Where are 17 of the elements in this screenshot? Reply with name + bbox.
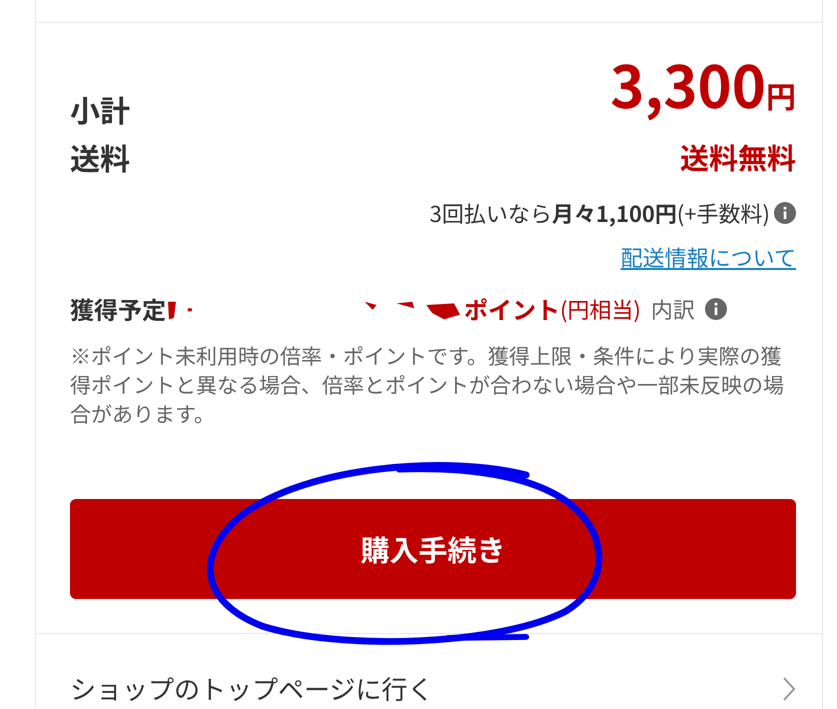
subtotal-amount: 3,300 xyxy=(610,41,766,125)
subtotal-label: 小計 xyxy=(70,89,130,129)
shop-top-link[interactable]: ショップのトップページに行く xyxy=(36,634,822,707)
shipping-value: 送料無料 xyxy=(680,137,796,177)
chevron-right-icon xyxy=(782,676,796,702)
points-unit: ポイント xyxy=(464,291,560,326)
shipping-label: 送料 xyxy=(70,137,130,177)
shipping-info-link[interactable]: 配送情報について xyxy=(620,241,796,273)
info-icon[interactable] xyxy=(704,298,727,320)
yen-equivalent: (円相当) xyxy=(560,292,641,324)
info-icon[interactable] xyxy=(774,202,796,224)
breakdown-link[interactable]: 内訳 xyxy=(650,292,695,324)
points-label: 獲得予定 xyxy=(70,291,166,326)
installment-text: 3回払いなら月々1,100円(+手数料) xyxy=(430,197,770,229)
points-note: ※ポイント未利用時の倍率・ポイントです。獲得上限・条件により実際の獲得ポイントと異なる場合、倍率とポイントが合わない場合や一部未反映の場合があります。 xyxy=(70,342,785,429)
purchase-button[interactable]: 購入手続き xyxy=(70,499,796,599)
currency-unit: 円 xyxy=(766,73,796,117)
